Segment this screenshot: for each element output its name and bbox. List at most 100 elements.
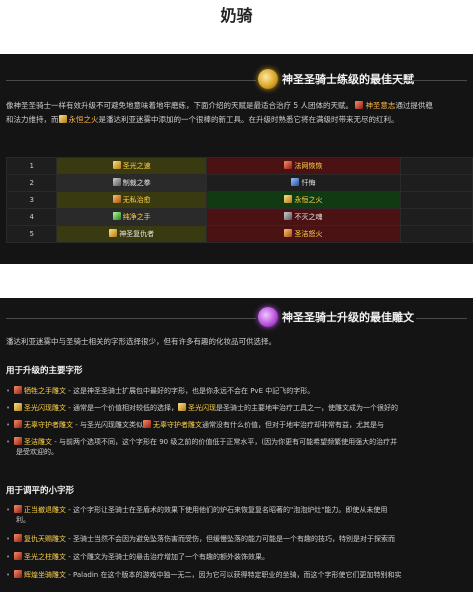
talent-cell[interactable]: 永恒之火 [206, 191, 401, 209]
glyph-item-icon [14, 437, 22, 445]
spell-link[interactable]: 圣光闪现 [188, 404, 216, 412]
intro-text: 像神圣圣骑士一样有效升级不可避免地意味着地牢磨练，下面介绍的天赋是最适合治疗 5… [6, 101, 354, 110]
talent-name: 不灭之魂 [294, 213, 323, 221]
eternal-flame-icon [284, 195, 293, 203]
sanctified-wrath-icon [284, 229, 293, 237]
talent-cell[interactable]: 神圣复仇者 [56, 225, 207, 243]
holy-avenger-icon [109, 229, 118, 237]
talent-name: 制裁之拳 [122, 179, 151, 187]
talent-cell [399, 174, 473, 192]
table-row: 4 纯净之手 不灭之魂 [5, 208, 473, 226]
glyph-desc: 通常没有什么价值，但对于地牢治疗却非常有益，尤其是与 [201, 421, 384, 429]
divine-will-icon [355, 101, 364, 109]
list-item: • 圣光之柱雕文 - 这个雕文为圣骑士的悬击治疗增加了一个有趣的额外装饰效果。 [6, 552, 468, 562]
glyph-link[interactable]: 复仇天赐雕文 [24, 535, 66, 543]
glyph-desc: - Paladin 在这个版本的游戏中独一无二，因为它可以获得特定职业的坐骑，而… [66, 571, 402, 579]
glyph-link[interactable]: 圣光之柱雕文 [24, 553, 66, 561]
talents-intro-line1: 像神圣圣骑士一样有效升级不可避免地意味着地牢磨练，下面介绍的天赋是最适合治疗 5… [6, 100, 468, 111]
glyph-item-icon [14, 534, 22, 542]
glyph-link[interactable]: 无辜守护者雕文 [24, 421, 73, 429]
glyph-desc: - 这个字形让圣骑士在圣盾术的效果下使用他们的炉石来恢复复名昭著的"泡泡炉灶"能… [66, 506, 388, 514]
eternal-flame-link[interactable]: 永恒之火 [69, 115, 99, 124]
glyph-item-icon [14, 386, 22, 394]
list-item: • 无辜守护者雕文 - 与圣光闪现雕文类似 无辜守护者雕文通常没有什么价值，但对于地… [6, 420, 468, 430]
glyphs-section-title: 神圣圣骑士升级的最佳雕文 [282, 311, 414, 324]
glyph-link[interactable]: 无辜守护者雕文 [153, 421, 202, 429]
divider-left [6, 80, 256, 81]
paladin-holy-icon [258, 69, 278, 89]
bullet-dot: • [6, 404, 11, 412]
glyph-link[interactable]: 圣洁雕文 [24, 438, 52, 446]
table-row: 3 无私治愈 永恒之火 [5, 191, 473, 209]
talent-cell [399, 157, 473, 175]
glyph-desc: - 这个雕文为圣骑士的悬击治疗增加了一个有趣的额外装饰效果。 [66, 553, 269, 561]
hand-of-purity-icon [112, 212, 121, 220]
glyphs-intro: 潘达利亚迷雾中与圣骑士相关的字形选择很少，但有许多有趣的化妆品可供选择。 [6, 337, 276, 346]
talent-name: 圣洁怒火 [294, 230, 323, 238]
glyph-item-icon [142, 420, 151, 428]
talent-cell [399, 208, 473, 226]
glyph-desc: 是圣骑士的主要地牢治疗工具之一，使雕文成为一个很好的 [215, 404, 398, 412]
glyph-link[interactable]: 辉煌坐骑雕文 [24, 571, 66, 579]
talent-tier: 4 [5, 208, 58, 226]
bullet-dot: • [6, 387, 11, 395]
intro-text: 是潘达利亚迷雾中添加的一个很棒的新工具。在升级时熟悉它将在满级时带来无尽的红利。 [98, 115, 399, 124]
talent-cell[interactable]: 纯净之手 [56, 208, 207, 226]
glyph-desc: 是受欢迎的。 [16, 448, 58, 456]
list-item: • 复仇天赐雕文 - 圣骑士当然不会因为避免坠落伤害而受伤，但缓慢坠落的能力可能是… [6, 534, 468, 544]
list-item: • 圣洁雕文 - 与前两个选项不同，这个字形在 90 级之前的价值低于正常水平，(… [6, 437, 468, 457]
bullet-dot: • [6, 535, 11, 543]
glyph-item-icon [14, 552, 22, 560]
glyph-desc: - 通常是一个价值相对较低的选择， [66, 404, 178, 412]
talent-cell [399, 191, 473, 209]
talent-cell[interactable]: 圣洁怒火 [206, 225, 401, 243]
table-row: 1 圣光之速 法网恢恢 [5, 157, 473, 175]
eternal-flame-icon [58, 115, 67, 123]
divider-left [6, 318, 256, 319]
bullet-dot: • [6, 421, 11, 429]
divider-right [416, 318, 467, 319]
divider-right [402, 80, 467, 81]
glyph-link[interactable]: 牺牲之手雕文 [24, 387, 66, 395]
talents-section-header: 神圣圣骑士练级的最佳天赋 [0, 68, 473, 92]
talent-name: 圣光之速 [122, 162, 151, 170]
glyph-desc: - 与前两个选项不同，这个字形在 90 级之前的价值低于正常水平，(因为你更有可… [52, 438, 398, 446]
talent-cell [399, 225, 473, 243]
divine-will-link[interactable]: 神圣意志 [365, 101, 395, 110]
talent-tier: 3 [5, 191, 58, 209]
unbreakable-spirit-icon [284, 212, 293, 220]
talent-name: 永恒之火 [294, 196, 323, 204]
talent-cell[interactable]: 法网恢恢 [206, 157, 401, 175]
major-glyphs-title: 用于升级的主要字形 [6, 366, 83, 376]
list-item: • 圣光闪现雕文 - 通常是一个价值相对较低的选择， 圣光闪现是圣骑士的主要地牢治疗… [6, 403, 468, 413]
glyph-icon [258, 307, 278, 327]
list-item: • 正当撤退雕文 - 这个字形让圣骑士在圣盾术的效果下使用他们的炉石来恢复复名昭著… [6, 505, 468, 525]
glyphs-section-header: 神圣圣骑士升级的最佳雕文 [0, 306, 473, 330]
glyph-desc: - 这是神圣圣骑士扩展包中最好的字形，也是你永远不会在 PvE 中記飞的字形。 [66, 387, 315, 395]
talent-cell[interactable]: 无私治愈 [56, 191, 207, 209]
bullet-dot: • [6, 553, 11, 561]
glyph-item-icon [14, 570, 22, 578]
talent-cell[interactable]: 不灭之魂 [206, 208, 401, 226]
table-row: 2 制裁之拳 忏悔 [5, 174, 473, 192]
page-title: 奶骑 [220, 6, 253, 25]
glyph-link[interactable]: 圣光闪现雕文 [24, 404, 66, 412]
talent-cell[interactable]: 制裁之拳 [56, 174, 207, 192]
glyph-desc: - 与圣光闪现雕文类似 [73, 421, 143, 429]
selfless-healer-icon [112, 195, 121, 203]
table-row: 5 神圣复仇者 圣洁怒火 [5, 225, 473, 243]
talents-panel: 神圣圣骑士练级的最佳天赋 像神圣圣骑士一样有效升级不可避免地意味着地牢磨练，下面… [0, 54, 473, 264]
talent-cell[interactable]: 忏悔 [206, 174, 401, 192]
glyph-item-icon [14, 505, 22, 513]
talent-name: 神圣复仇者 [119, 230, 155, 238]
glyph-link[interactable]: 正当撤退雕文 [24, 506, 66, 514]
flash-of-light-icon [177, 403, 186, 411]
talent-name: 纯净之手 [122, 213, 151, 221]
glyph-desc: 利。 [16, 516, 30, 524]
glyph-item-icon [14, 403, 22, 411]
bullet-dot: • [6, 506, 11, 514]
long-arm-icon [284, 161, 293, 169]
talent-name: 法网恢恢 [294, 162, 323, 170]
talent-cell[interactable]: 圣光之速 [56, 157, 207, 175]
talent-tier: 2 [5, 174, 58, 192]
